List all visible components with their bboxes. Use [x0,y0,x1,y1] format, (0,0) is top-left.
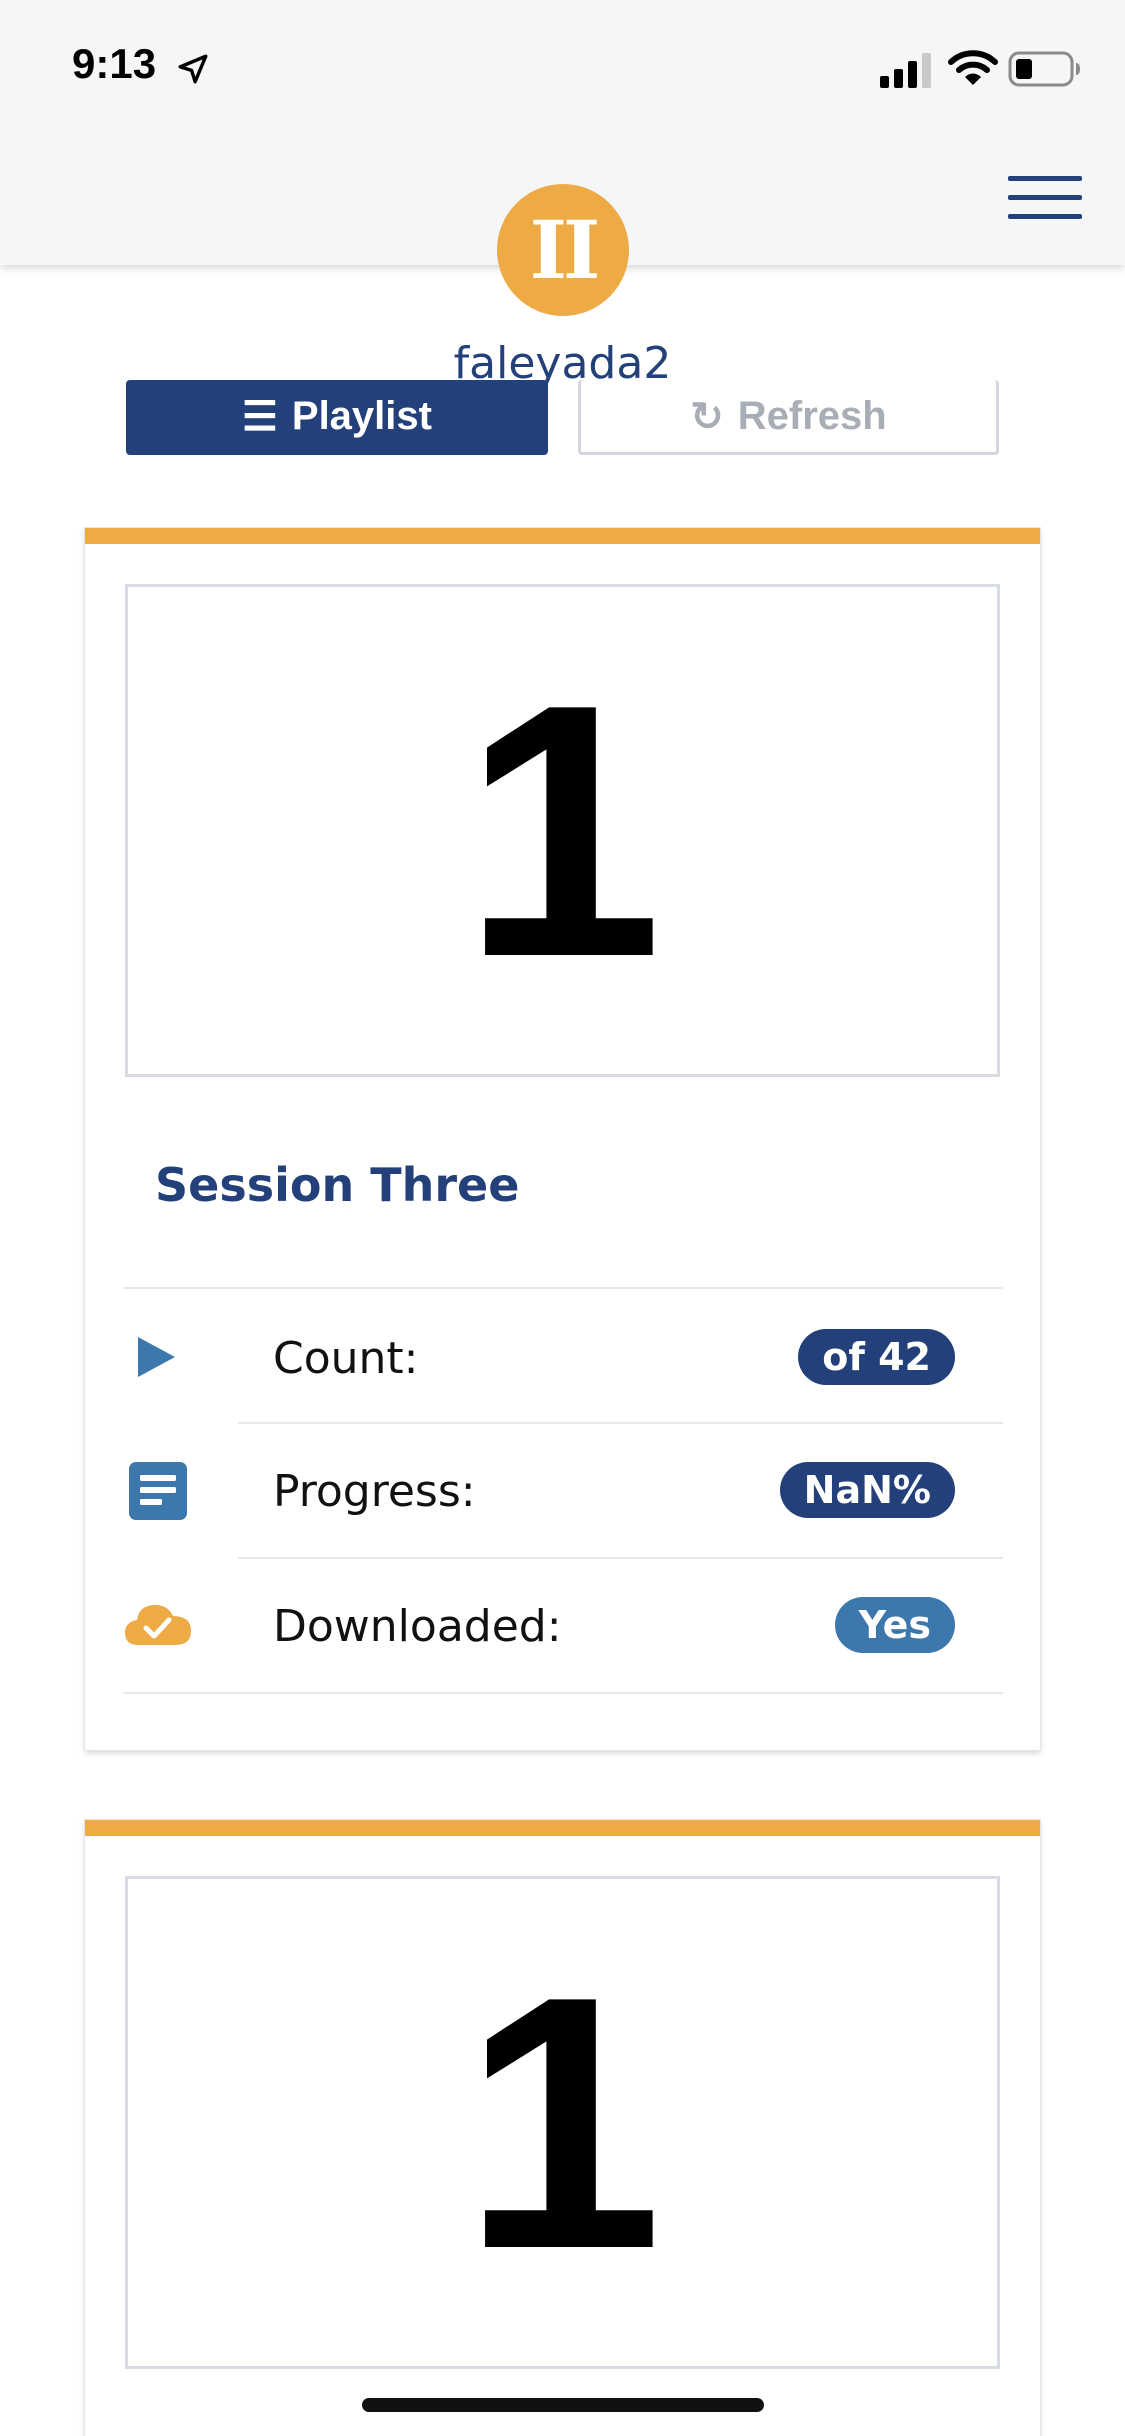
progress-row: Progress: NaN% [123,1422,1003,1557]
location-arrow-icon [178,54,208,84]
session-thumbnail: 1 [125,1876,1000,2369]
downloaded-label: Downloaded: [273,1601,562,1652]
progress-label: Progress: [273,1466,476,1517]
playlist-button[interactable]: ☰ Playlist [126,380,548,455]
home-indicator [362,2398,764,2412]
playlist-label: Playlist [291,394,432,438]
status-bar: 9:13 [0,0,1125,140]
document-icon [129,1462,187,1520]
session-card[interactable]: 1 Session Three Count: of 42 Progress: N… [85,528,1040,1750]
session-info-list: Count: of 42 Progress: NaN% Downloaded: … [123,1287,1003,1692]
hamburger-menu-icon[interactable] [1008,176,1082,220]
username: faleyada2 [453,338,672,389]
count-label: Count: [273,1333,419,1384]
cloud-check-icon [125,1605,191,1645]
downloaded-row: Downloaded: Yes [123,1557,1003,1692]
battery-icon [1008,51,1080,87]
cell-signal-icon [880,53,931,88]
downloaded-badge: Yes [834,1597,955,1653]
logo-text: II [529,203,601,297]
session-card[interactable]: 1 [85,1820,1040,2436]
session-thumbnail: 1 [125,584,1000,1077]
count-row: Count: of 42 [123,1287,1003,1422]
count-badge: of 42 [798,1329,955,1385]
list-divider [123,1692,1003,1694]
thumbnail-number: 1 [462,629,663,1032]
play-icon [138,1337,175,1377]
status-time: 9:13 [72,40,157,87]
refresh-label: Refresh [737,394,887,438]
progress-badge: NaN% [779,1462,955,1518]
session-title: Session Three [155,1158,520,1212]
refresh-button[interactable]: ↻ Refresh [578,380,999,455]
wifi-icon [948,50,998,85]
brand-logo: II [497,184,629,316]
thumbnail-number: 1 [462,1921,663,2324]
list-icon: ☰ [242,395,278,439]
refresh-icon: ↻ [690,395,724,439]
